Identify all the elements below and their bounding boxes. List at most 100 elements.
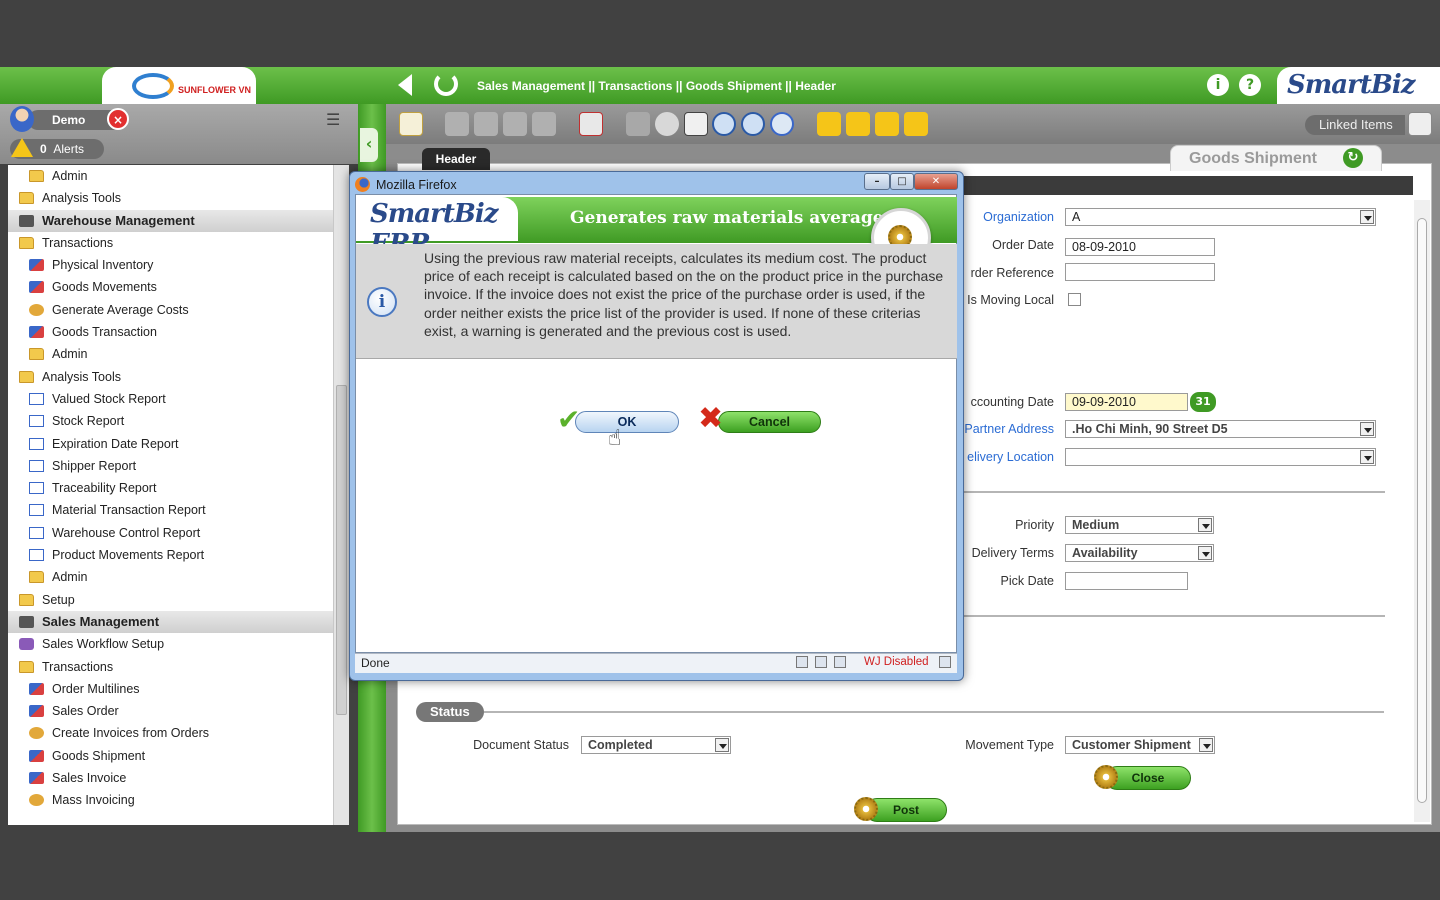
linked-items-button[interactable]: Linked Items	[1305, 115, 1405, 135]
sidebar-item[interactable]: Valued Stock Report	[8, 388, 333, 410]
order-reference-field[interactable]	[1065, 263, 1215, 281]
sidebar-item[interactable]: Transactions	[8, 232, 333, 254]
partner-address-label[interactable]: Partner Address	[964, 422, 1054, 436]
info-icon[interactable]: i	[1207, 74, 1229, 96]
chevron-down-icon[interactable]	[1360, 210, 1374, 224]
ok-button[interactable]: OK	[575, 411, 679, 433]
sidebar-item[interactable]: Transactions	[8, 656, 333, 678]
user-name-label: Demo	[52, 113, 86, 127]
priority-value: Medium	[1072, 518, 1120, 532]
report-icon	[29, 549, 44, 562]
sidebar-item[interactable]: Warehouse Management	[8, 209, 333, 232]
document-status-select[interactable]: Completed	[581, 736, 731, 754]
sidebar-item[interactable]: Setup	[8, 589, 333, 611]
collapse-sidebar-button[interactable]: ‹	[360, 128, 378, 162]
sidebar-item[interactable]: Goods Shipment	[8, 745, 333, 767]
save-new-icon[interactable]	[532, 112, 556, 136]
chevron-down-icon[interactable]	[715, 738, 729, 752]
sidebar-item-label: Stock Report	[52, 414, 125, 429]
sidebar-item[interactable]: Physical Inventory	[8, 254, 333, 276]
sidebar-item[interactable]: Expiration Date Report	[8, 433, 333, 455]
delivery-location-select[interactable]	[1065, 448, 1376, 466]
window-tab-icon[interactable]: ↻	[1343, 148, 1363, 168]
save-icon[interactable]	[503, 112, 527, 136]
sidebar-item[interactable]: Sales Workflow Setup	[8, 633, 333, 655]
sidebar-item-label: Analysis Tools	[42, 191, 121, 206]
search-icon[interactable]	[712, 112, 736, 136]
delivery-location-label[interactable]: elivery Location	[967, 450, 1054, 464]
audit-history-icon[interactable]	[770, 112, 794, 136]
sidebar-item[interactable]: Sales Invoice	[8, 767, 333, 789]
form-scrollbar[interactable]	[1414, 200, 1430, 822]
priority-select[interactable]: Medium	[1065, 516, 1214, 534]
organization-select[interactable]: A	[1065, 208, 1376, 226]
organization-label[interactable]: Organization	[983, 210, 1054, 224]
sidebar-item[interactable]: Analysis Tools	[8, 366, 333, 388]
minimize-button[interactable]: –	[864, 173, 890, 190]
chevron-down-icon[interactable]	[1199, 738, 1213, 752]
copy-record-icon[interactable]	[445, 112, 469, 136]
pick-date-field[interactable]	[1065, 572, 1188, 590]
sidebar-item[interactable]: Admin	[8, 566, 333, 588]
movement-type-select[interactable]: Customer Shipment	[1065, 736, 1215, 754]
first-record-icon[interactable]	[817, 112, 841, 136]
folder-icon	[19, 192, 34, 205]
scrollbar-thumb[interactable]	[1417, 218, 1427, 803]
chevron-down-icon[interactable]	[1360, 450, 1374, 464]
sidebar-item[interactable]: Product Movements Report	[8, 544, 333, 566]
status-section-header[interactable]: Status	[416, 702, 484, 722]
sidebar-item[interactable]: Sales Order	[8, 700, 333, 722]
sidebar-item[interactable]: Analysis Tools	[8, 187, 333, 209]
scrollbar-thumb[interactable]	[336, 385, 347, 715]
next-record-icon[interactable]	[875, 112, 899, 136]
sidebar-item[interactable]: Stock Report	[8, 410, 333, 432]
logout-icon[interactable]: ×	[107, 108, 129, 130]
sidebar-item[interactable]: Goods Transaction	[8, 321, 333, 343]
order-date-field[interactable]: 08-09-2010	[1065, 238, 1215, 256]
is-moving-local-checkbox[interactable]	[1068, 293, 1081, 306]
chevron-down-icon[interactable]	[1360, 422, 1374, 436]
chevron-down-icon[interactable]	[1198, 546, 1212, 560]
help-icon[interactable]: ?	[1239, 74, 1261, 96]
sidebar-item[interactable]: Admin	[8, 165, 333, 187]
delete-icon[interactable]	[579, 112, 603, 136]
last-record-icon[interactable]	[904, 112, 928, 136]
maximize-button[interactable]: □	[890, 173, 914, 190]
partner-address-select[interactable]: .Ho Chi Minh, 90 Street D5	[1065, 420, 1376, 438]
sidebar-item[interactable]: Shipper Report	[8, 455, 333, 477]
print-icon[interactable]	[684, 112, 708, 136]
previous-record-icon[interactable]	[846, 112, 870, 136]
linked-items-icon[interactable]	[1408, 112, 1432, 136]
window-icon	[29, 281, 44, 294]
sidebar-item-label: Transactions	[42, 659, 114, 674]
sidebar-item[interactable]: Material Transaction Report	[8, 499, 333, 521]
delivery-terms-select[interactable]: Availability	[1065, 544, 1214, 562]
sidebar-item[interactable]: Goods Movements	[8, 276, 333, 298]
sidebar-scrollbar[interactable]	[333, 165, 349, 825]
refresh-icon[interactable]	[434, 72, 458, 96]
calendar-icon[interactable]: 31	[1190, 392, 1216, 412]
sidebar-item[interactable]: Create Invoices from Orders	[8, 722, 333, 744]
tab-header[interactable]: Header	[422, 148, 490, 170]
cancel-button[interactable]: Cancel	[718, 411, 821, 433]
close-window-button[interactable]: ✕	[914, 173, 958, 190]
sidebar-item[interactable]: Order Multilines	[8, 678, 333, 700]
paste-record-icon[interactable]	[474, 112, 498, 136]
sidebar-item-label: Transactions	[42, 235, 114, 250]
new-record-icon[interactable]	[399, 112, 423, 136]
sidebar-item[interactable]: Warehouse Control Report	[8, 522, 333, 544]
undo-icon[interactable]	[626, 112, 650, 136]
sidebar-item[interactable]: Sales Management	[8, 610, 333, 634]
chevron-down-icon[interactable]	[1198, 518, 1212, 532]
sidebar-item[interactable]: Generate Average Costs	[8, 299, 333, 321]
back-arrow-icon[interactable]	[398, 74, 412, 96]
advanced-search-icon[interactable]	[741, 112, 765, 136]
collapse-tree-icon[interactable]: ☰	[326, 110, 346, 130]
sidebar-item-label: Valued Stock Report	[52, 391, 166, 406]
sidebar-item[interactable]: Mass Invoicing	[8, 789, 333, 811]
accounting-date-field[interactable]: 09-09-2010	[1065, 393, 1188, 411]
feather-icon[interactable]	[939, 656, 951, 668]
sidebar-item[interactable]: Admin	[8, 343, 333, 365]
attach-icon[interactable]	[655, 112, 679, 136]
sidebar-item[interactable]: Traceability Report	[8, 477, 333, 499]
